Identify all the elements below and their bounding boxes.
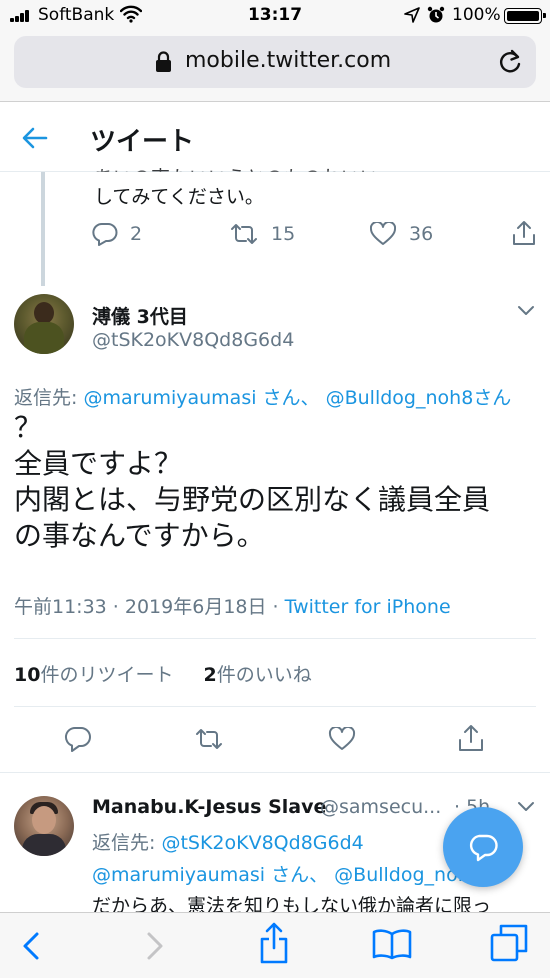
- forward-icon[interactable]: [142, 930, 166, 962]
- chevron-down-icon[interactable]: [516, 800, 536, 814]
- reply-prefix: 返信先:: [92, 832, 162, 854]
- reload-icon[interactable]: [497, 48, 523, 76]
- like-count: 36: [409, 223, 434, 245]
- retweet-count: 15: [271, 223, 296, 245]
- bookmarks-icon[interactable]: [372, 928, 412, 960]
- back-icon[interactable]: [20, 930, 44, 962]
- display-name[interactable]: 溥儀 3代目: [92, 302, 188, 329]
- reply-to-line: @marumiyaumasi さん、 @Bulldog_noh8: [92, 860, 482, 887]
- status-bar: SoftBank 13:17 100%: [0, 0, 550, 32]
- divider: [0, 772, 550, 773]
- reply-count: 2: [130, 223, 143, 245]
- user-handle[interactable]: @tSK2oKV8Qd8G6d4: [92, 329, 294, 351]
- battery-icon: [504, 8, 546, 24]
- tweet-timestamp: 午前11:33 · 2019年6月18日 ·: [14, 596, 285, 618]
- share-icon[interactable]: [458, 724, 484, 752]
- reply-icon[interactable]: [92, 222, 118, 246]
- compose-reply-icon: [469, 834, 498, 862]
- like-icon[interactable]: [328, 727, 356, 751]
- like-icon[interactable]: [370, 222, 396, 246]
- reply-user-link[interactable]: @marumiyaumasi: [92, 864, 265, 886]
- reply-prefix: 返信先:: [14, 387, 84, 409]
- reply-user-link[interactable]: @Bulldog_noh8: [326, 387, 474, 409]
- tweet-header: [0, 102, 550, 172]
- reply-user-link[interactable]: @tSK2oKV8Qd8G6d4: [161, 832, 363, 854]
- back-arrow-icon[interactable]: [22, 126, 48, 150]
- reply-user-link[interactable]: @marumiyaumasi: [83, 387, 256, 409]
- previous-tweet-text: してみてください。: [94, 186, 264, 208]
- tabs-icon[interactable]: [490, 924, 528, 962]
- page-title: ツイート: [90, 127, 195, 157]
- location-icon: [404, 7, 420, 23]
- tweet-metadata: 午前11:33 · 2019年6月18日 · Twitter for iPhon…: [14, 592, 451, 619]
- avatar[interactable]: [14, 294, 74, 354]
- tweet-text: ？ 全員ですよ？ 内閣とは、与野党の区別なく議員全員 の事なんですから。: [14, 411, 491, 552]
- reply-suffix: さん: [473, 387, 512, 409]
- like-stat-label[interactable]: 件のいいね: [217, 664, 312, 686]
- reply-to-line: 返信先: @tSK2oKV8Qd8G6d4: [92, 828, 364, 855]
- retweet-icon[interactable]: [194, 727, 224, 751]
- avatar[interactable]: [14, 796, 74, 856]
- url-text[interactable]: mobile.twitter.com: [185, 48, 391, 73]
- share-icon[interactable]: [258, 922, 290, 964]
- retweet-icon[interactable]: [230, 222, 258, 246]
- reply-to-line: 返信先: @marumiyaumasi さん、 @Bulldog_noh8さん: [14, 383, 511, 410]
- tweet-stats: 10件のリツイート 2件のいいね: [14, 660, 312, 687]
- alarm-icon: [427, 6, 445, 23]
- reply-icon[interactable]: [64, 726, 92, 752]
- divider: [14, 638, 536, 639]
- chevron-down-icon[interactable]: [516, 304, 536, 318]
- reply-separator: さん、: [256, 387, 326, 409]
- divider: [14, 706, 536, 707]
- battery-percent: 100%: [452, 5, 501, 25]
- retweet-stat-count[interactable]: 10: [14, 664, 40, 686]
- display-name[interactable]: Manabu.K-Jesus Slave: [92, 796, 326, 818]
- user-handle[interactable]: @samsecu...: [320, 796, 441, 818]
- lock-icon: [156, 51, 171, 72]
- retweet-stat-label[interactable]: 件のリツイート: [40, 664, 173, 686]
- reply-separator: さん、: [265, 864, 335, 886]
- share-icon[interactable]: [512, 220, 536, 246]
- thread-line: [41, 172, 45, 286]
- like-stat-count[interactable]: 2: [203, 664, 216, 686]
- compose-reply-button[interactable]: [443, 807, 523, 887]
- tweet-client-link[interactable]: Twitter for iPhone: [285, 596, 451, 618]
